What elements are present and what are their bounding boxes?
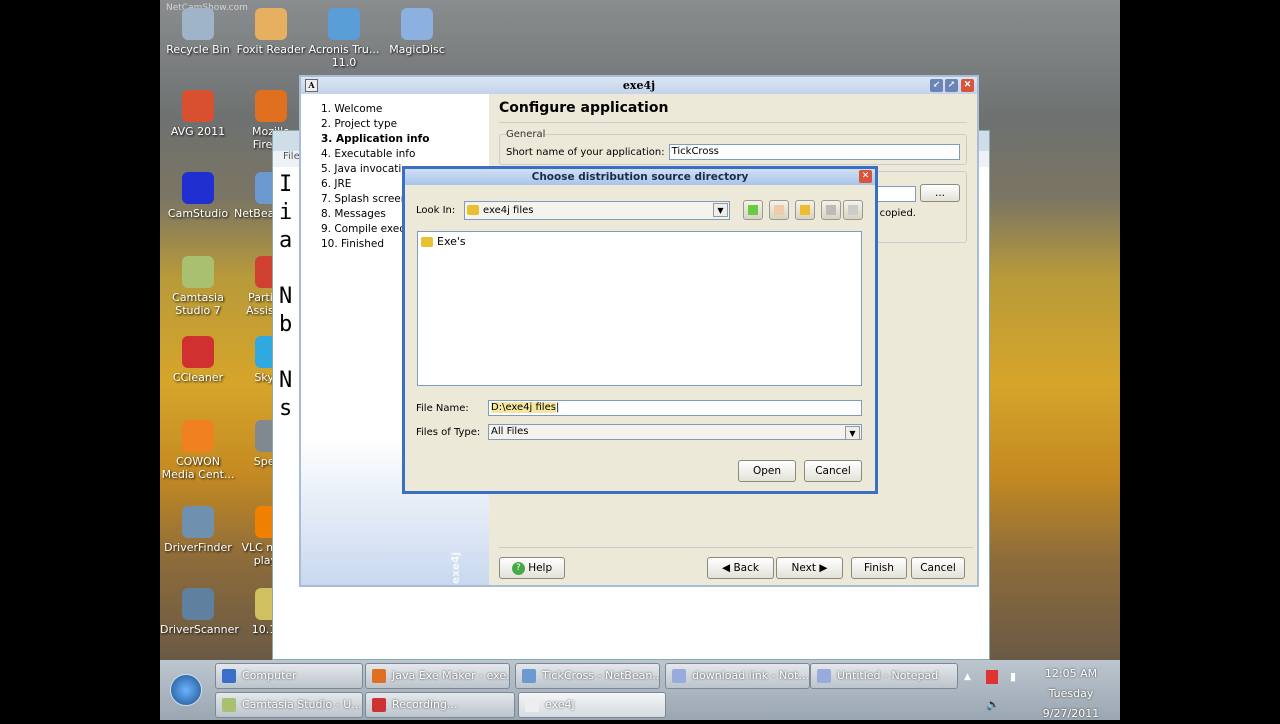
start-button[interactable]: [170, 674, 202, 706]
page-title: Configure application: [499, 100, 967, 123]
short-name-label: Short name of your application:: [506, 146, 665, 158]
new-folder-icon[interactable]: [795, 200, 815, 220]
wizard-step[interactable]: 1. Welcome: [311, 102, 489, 117]
app-icon: [672, 669, 686, 683]
app-icon: [182, 588, 214, 620]
directory-input[interactable]: [876, 186, 916, 202]
desktop-icon[interactable]: Camtasia Studio 7: [160, 256, 236, 317]
window-title: exe4j: [622, 79, 656, 92]
browse-button[interactable]: ...: [920, 184, 960, 202]
chevron-down-icon: ▼: [845, 426, 860, 440]
finish-button[interactable]: Finish: [851, 557, 907, 579]
file-name-label: File Name:: [416, 403, 469, 414]
app-icon: [522, 669, 536, 683]
clock[interactable]: 12:05 AM Tuesday 9/27/2011: [1036, 664, 1106, 724]
general-group: General Short name of your application: …: [499, 129, 967, 165]
desktop: NetCamShow.com Recycle BinFoxit ReaderAc…: [160, 0, 1120, 660]
app-icon: [401, 8, 433, 40]
app-icon: [817, 669, 831, 683]
short-name-input[interactable]: TickCross: [668, 144, 960, 160]
file-name-input[interactable]: D:\exe4j files|: [488, 400, 862, 416]
app-icon: [182, 90, 214, 122]
taskbar-button[interactable]: Computer: [215, 663, 363, 689]
app-icon: [222, 669, 236, 683]
look-in-select[interactable]: exe4j files ▼: [464, 201, 730, 220]
minimize-icon[interactable]: ↙: [930, 79, 943, 92]
exe4j-titlebar[interactable]: A exe4j ↙ ↗ ✕: [301, 77, 977, 94]
show-hidden-icons[interactable]: ▲: [964, 672, 971, 682]
desktop-icon[interactable]: Acronis Tru... 11.0: [306, 8, 382, 69]
help-icon: ?: [511, 561, 525, 575]
desktop-icon[interactable]: DriverScanner: [160, 588, 239, 636]
app-icon: [525, 698, 539, 712]
cancel-button[interactable]: Cancel: [911, 557, 965, 579]
taskbar-button[interactable]: Untitled - Notepad: [810, 663, 958, 689]
folder-icon: [421, 237, 433, 247]
desktop-icon[interactable]: CCleaner: [160, 336, 236, 384]
close-icon[interactable]: ✕: [961, 79, 974, 92]
general-legend: General: [506, 129, 546, 140]
taskbar-button[interactable]: TickCross - NetBean...: [515, 663, 660, 689]
desktop-icon[interactable]: Foxit Reader: [233, 8, 309, 56]
list-item[interactable]: Exe's: [421, 235, 858, 248]
dialog-cancel-button[interactable]: Cancel: [804, 460, 862, 482]
back-button[interactable]: ◀ Back: [707, 557, 774, 579]
app-icon: [182, 256, 214, 288]
list-view-icon[interactable]: [821, 200, 841, 220]
choose-directory-dialog: Choose distribution source directory ✕ L…: [402, 166, 878, 494]
home-icon[interactable]: [769, 200, 789, 220]
desktop-icon[interactable]: AVG 2011: [160, 90, 236, 138]
app-icon: [182, 336, 214, 368]
desktop-icon[interactable]: COWON Media Cent...: [160, 420, 236, 481]
desktop-icon[interactable]: DriverFinder: [160, 506, 236, 554]
dialog-close-icon[interactable]: ✕: [859, 170, 872, 183]
wizard-step[interactable]: 3. Application info: [311, 132, 489, 147]
action-center-icon[interactable]: [986, 670, 998, 684]
dialog-title: Choose distribution source directory: [531, 171, 749, 183]
desktop-icon[interactable]: CamStudio: [160, 172, 236, 220]
taskbar-button[interactable]: Recording...: [365, 692, 515, 718]
next-button[interactable]: Next ▶: [776, 557, 843, 579]
taskbar-button[interactable]: exe4j: [518, 692, 666, 718]
files-of-type-label: Files of Type:: [416, 427, 481, 438]
app-icon: [372, 669, 386, 683]
taskbar-button[interactable]: Java Exe Maker - exe...: [365, 663, 510, 689]
app-icon: [182, 420, 214, 452]
app-icon: [255, 90, 287, 122]
help-button[interactable]: ? Help: [499, 557, 565, 579]
desktop-icon[interactable]: MagicDisc: [379, 8, 455, 56]
details-view-icon[interactable]: [843, 200, 863, 220]
app-icon: A: [305, 79, 318, 92]
volume-icon[interactable]: 🔈: [986, 698, 1000, 711]
chevron-down-icon: ▼: [713, 203, 728, 217]
file-list[interactable]: Exe's: [417, 231, 862, 386]
app-icon: [372, 698, 386, 712]
open-button[interactable]: Open: [738, 460, 796, 482]
network-icon[interactable]: ▮: [1010, 670, 1016, 683]
folder-icon: [467, 205, 479, 215]
exe4j-logo: exe4j: [450, 552, 462, 584]
dialog-titlebar[interactable]: Choose distribution source directory ✕: [405, 169, 875, 185]
up-one-level-icon[interactable]: [743, 200, 763, 220]
desktop-icon[interactable]: Recycle Bin: [160, 8, 236, 56]
taskbar-button[interactable]: download link - Not...: [665, 663, 810, 689]
app-icon: [182, 8, 214, 40]
app-icon: [222, 698, 236, 712]
app-icon: [328, 8, 360, 40]
wizard-step[interactable]: 4. Executable info: [311, 147, 489, 162]
look-in-label: Look In:: [416, 205, 456, 216]
app-icon: [182, 172, 214, 204]
taskbar: Computer Java Exe Maker - exe... TickCross…: [160, 660, 1120, 720]
app-icon: [182, 506, 214, 538]
maximize-icon[interactable]: ↗: [945, 79, 958, 92]
app-icon: [255, 8, 287, 40]
taskbar-button[interactable]: Camtasia Studio - U...: [215, 692, 363, 718]
files-of-type-select[interactable]: All Files ▼: [488, 424, 862, 440]
wizard-step[interactable]: 2. Project type: [311, 117, 489, 132]
